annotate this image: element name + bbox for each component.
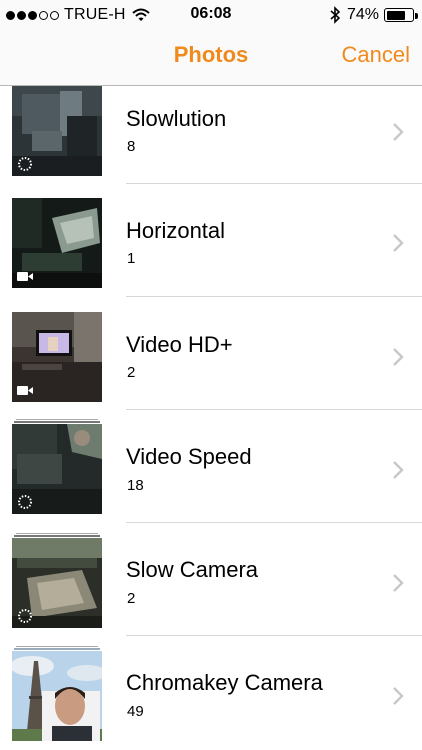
chevron-right-icon	[393, 687, 404, 705]
bluetooth-icon	[330, 6, 341, 24]
album-count: 2	[127, 590, 136, 607]
album-row-video-hd-plus[interactable]: Video HD+ 2	[0, 297, 422, 410]
slow-motion-icon	[18, 609, 32, 623]
album-thumbnail	[12, 86, 102, 176]
chevron-right-icon	[393, 461, 404, 479]
album-row-slowlution[interactable]: Slowlution 8	[0, 86, 422, 184]
album-title: Slow Camera	[126, 557, 259, 582]
album-thumbnail	[12, 424, 102, 514]
album-row-horizontal[interactable]: Horizontal 1	[0, 184, 422, 297]
chevron-right-icon	[393, 123, 404, 141]
album-row-video-speed[interactable]: Video Speed 18	[0, 410, 422, 523]
album-row-chromakey-camera[interactable]: Chromakey Camera 49	[0, 636, 422, 749]
status-right: 74%	[329, 6, 418, 24]
slow-motion-icon	[18, 495, 32, 509]
battery-percent: 74%	[346, 6, 379, 23]
cancel-button[interactable]: Cancel	[342, 42, 410, 68]
status-bar: TRUE-H 06:08 74%	[0, 0, 422, 30]
battery-icon	[384, 8, 418, 22]
battery-level	[386, 10, 405, 20]
album-thumbnail	[12, 651, 102, 741]
album-title: Horizontal	[126, 218, 226, 243]
album-list[interactable]: Slowlution 8 Horizontal 1 Video HD+ 2 Vi…	[0, 86, 422, 750]
slow-motion-icon	[18, 157, 32, 171]
album-count: 1	[127, 250, 136, 267]
album-thumbnail	[12, 198, 102, 288]
chevron-right-icon	[393, 234, 404, 252]
album-count: 8	[127, 138, 136, 155]
album-title: Video HD+	[126, 332, 233, 357]
navigation-bar: Photos Cancel	[0, 30, 422, 86]
video-camera-icon	[17, 272, 33, 281]
chevron-right-icon	[393, 348, 404, 366]
chevron-right-icon	[393, 574, 404, 592]
album-row-slow-camera[interactable]: Slow Camera 2	[0, 523, 422, 636]
album-thumbnail	[12, 538, 102, 628]
album-title: Video Speed	[126, 444, 252, 469]
album-count: 49	[127, 703, 144, 720]
album-title: Slowlution	[126, 106, 227, 131]
album-thumbnail	[12, 312, 102, 402]
album-count: 2	[127, 364, 136, 381]
video-camera-icon	[17, 386, 33, 395]
album-title: Chromakey Camera	[126, 670, 323, 695]
album-count: 18	[127, 477, 144, 494]
